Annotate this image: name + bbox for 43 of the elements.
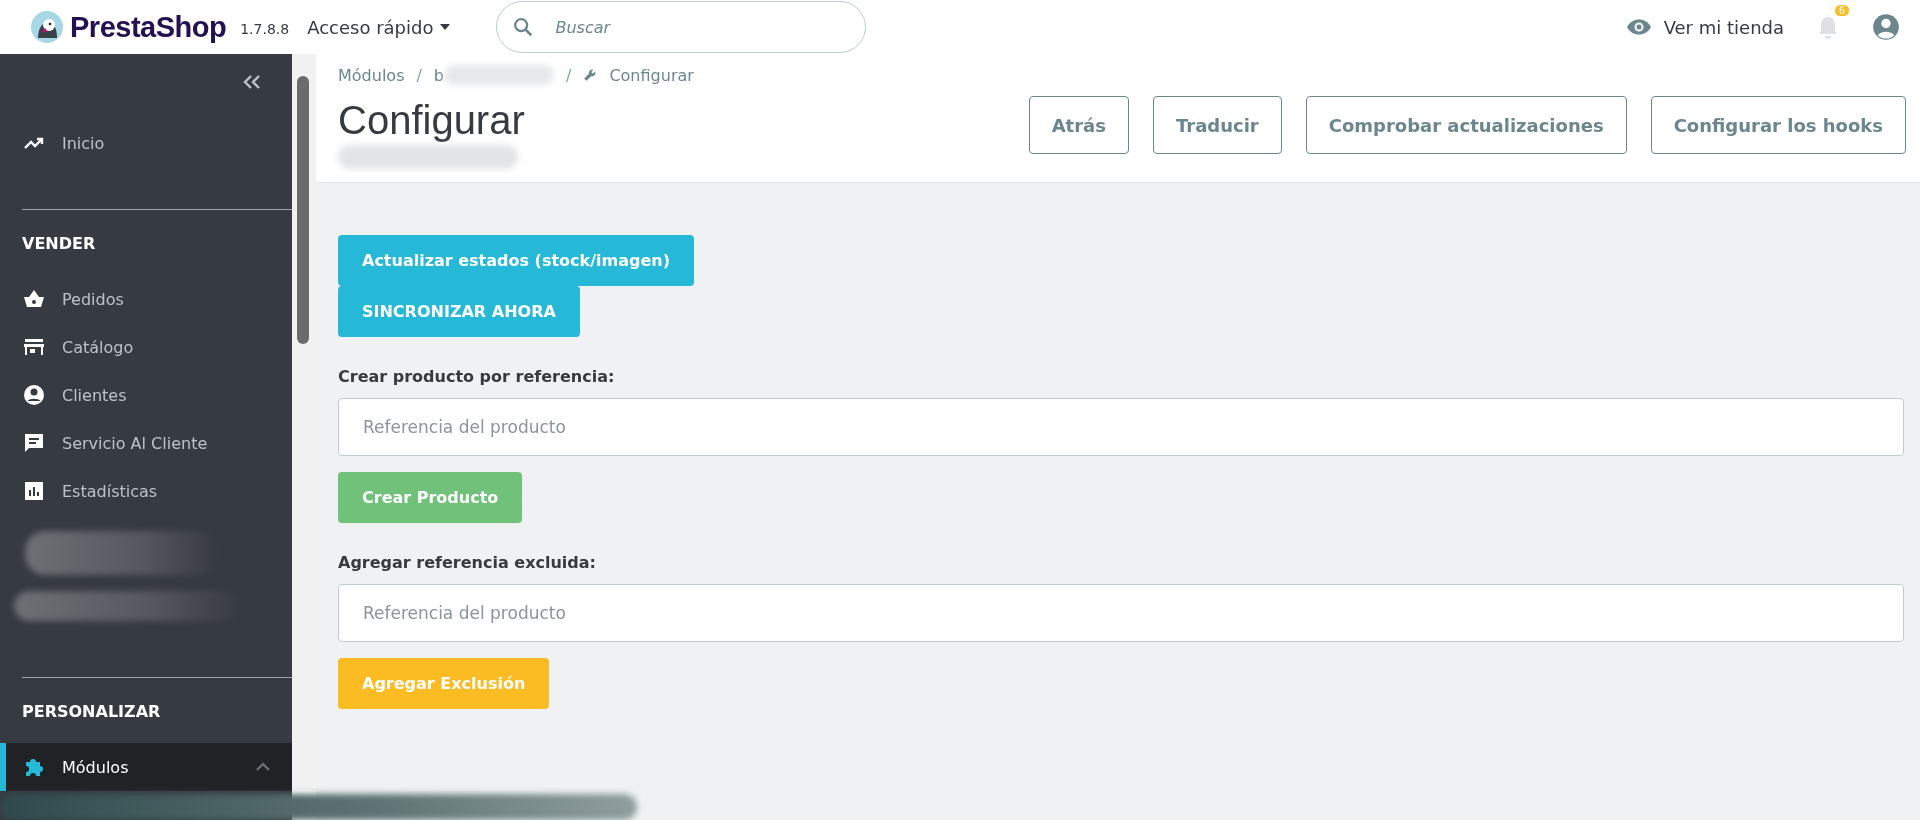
sidebar-item[interactable]: Servicio Al Cliente xyxy=(0,419,292,467)
breadcrumb-separator: / xyxy=(566,65,572,85)
sidebar-item[interactable]: Estadísticas xyxy=(0,467,292,515)
page-title: Configurar xyxy=(338,98,526,143)
view-store-link[interactable]: Ver mi tienda xyxy=(1625,16,1784,38)
bar-chart-icon xyxy=(22,479,46,503)
breadcrumb-link[interactable]: Módulos xyxy=(338,65,405,85)
sidebar-item[interactable]: Inicio xyxy=(0,119,292,167)
wrench-icon xyxy=(583,68,598,82)
input-field[interactable]: Referencia del producto xyxy=(338,584,1904,642)
search-field[interactable]: Buscar xyxy=(496,1,867,53)
breadcrumb-separator: / xyxy=(416,65,422,85)
sidebar-item[interactable]: Clientes xyxy=(0,371,292,419)
puffin-logo-icon xyxy=(30,10,64,44)
notification-badge: 6 xyxy=(1834,5,1849,16)
sidebar-section-title: VENDER xyxy=(21,233,97,255)
toolbar-button[interactable]: Configurar los hooks xyxy=(1650,96,1906,154)
caret-icon xyxy=(439,23,452,31)
quick-access-dropdown[interactable]: Acceso rápido xyxy=(307,16,452,38)
scrollbar[interactable] xyxy=(292,54,316,790)
input-field[interactable]: Referencia del producto xyxy=(338,398,1904,456)
eye-icon xyxy=(1625,18,1652,36)
sidebar-item[interactable]: Módulos xyxy=(0,743,292,791)
user-avatar-icon[interactable] xyxy=(1872,13,1900,41)
collapse-icon[interactable] xyxy=(242,74,262,90)
field-label: Crear producto por referencia: xyxy=(338,367,615,386)
version-label: 1.7.8.8 xyxy=(240,21,290,37)
toolbar-button[interactable]: Atrás xyxy=(1028,96,1129,154)
sidebar-section-title: PERSONALIZAR xyxy=(21,701,162,723)
toolbar-button[interactable]: Comprobar actualizaciones xyxy=(1305,96,1627,154)
action-button[interactable]: Crear Producto xyxy=(338,472,523,523)
action-button[interactable]: Actualizar estados (stock/imagen) xyxy=(338,235,694,286)
toolbar-button[interactable]: Traducir xyxy=(1152,96,1282,154)
search-icon xyxy=(512,16,535,38)
sidebar-item[interactable]: Pedidos xyxy=(0,275,292,323)
sidebar-item[interactable]: Catálogo xyxy=(0,323,292,371)
breadcrumb-link[interactable]: b xyxy=(433,65,444,85)
brand-name: PrestaShop xyxy=(70,10,227,44)
breadcrumb-current: Configurar xyxy=(609,65,694,85)
action-button[interactable]: SINCRONIZAR AHORA xyxy=(338,286,580,337)
person-icon xyxy=(22,383,46,407)
chat-icon xyxy=(22,431,46,455)
field-label: Agregar referencia excluida: xyxy=(338,553,596,572)
